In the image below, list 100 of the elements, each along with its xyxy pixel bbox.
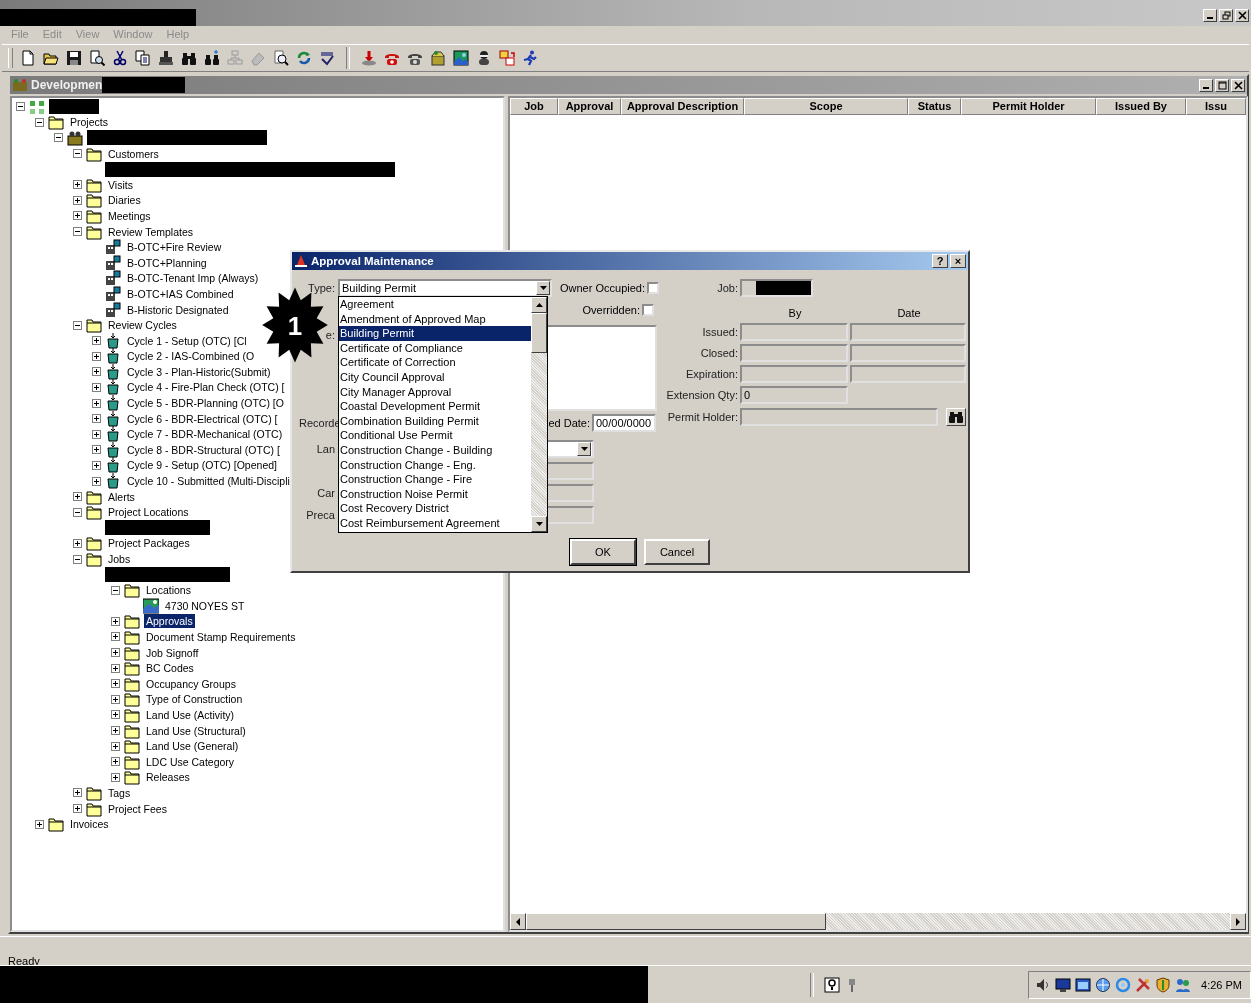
runner-icon[interactable] — [522, 50, 538, 66]
expand-toggle[interactable] — [92, 351, 101, 361]
print-preview-icon[interactable] — [89, 50, 105, 66]
dropdown-option[interactable]: Construction Change - Fire — [339, 472, 531, 487]
scroll-down-button[interactable] — [531, 516, 547, 532]
binoculars-icon[interactable] — [181, 50, 197, 66]
tree-item[interactable]: Review Templates — [106, 224, 195, 239]
collapse-toggle[interactable] — [73, 554, 82, 564]
input-field[interactable]: 0 — [740, 386, 848, 404]
minimize-button[interactable] — [1203, 9, 1217, 22]
binoculars-sparkle-icon[interactable] — [204, 50, 220, 66]
input-field[interactable] — [850, 344, 966, 362]
tree-item[interactable]: Jobs — [106, 552, 133, 566]
dropdown-option[interactable]: Certificate of Compliance — [339, 340, 531, 356]
dropdown-list[interactable] — [338, 296, 548, 533]
column-header[interactable]: Issu — [1186, 98, 1246, 115]
box-icon[interactable] — [430, 50, 446, 66]
tree-item[interactable]: Land Use (General) — [144, 739, 241, 754]
horizontal-scrollbar[interactable] — [510, 913, 1246, 930]
expand-toggle[interactable] — [92, 336, 101, 346]
expand-toggle[interactable] — [73, 195, 82, 205]
tree-item[interactable]: 4730 NOYES ST — [163, 598, 247, 613]
checkbox[interactable] — [642, 304, 654, 316]
tools-icon[interactable] — [1135, 977, 1152, 993]
input-field[interactable] — [740, 365, 848, 383]
scissors-icon[interactable] — [112, 50, 128, 66]
dropdown-option[interactable]: Cost Recovery District — [339, 501, 531, 516]
tree-item[interactable]: B-OTC+IAS Combined — [125, 286, 236, 301]
tree-item[interactable]: Cycle 8 - BDR-Structural (OTC) [ — [125, 442, 282, 457]
expand-toggle[interactable] — [73, 538, 82, 548]
dropdown-option[interactable]: Certificate of Correction — [339, 355, 531, 370]
expand-toggle[interactable] — [92, 398, 101, 408]
expand-toggle[interactable] — [73, 788, 82, 798]
refresh-icon[interactable] — [296, 50, 312, 66]
tree-item[interactable]: Tags — [106, 785, 133, 800]
column-header[interactable]: Approval — [558, 98, 621, 115]
tree-item[interactable]: Cycle 3 - Plan-Historic(Submit) — [125, 364, 273, 379]
dropdown-option[interactable]: City Council Approval — [339, 369, 531, 385]
tree-item[interactable]: Meetings — [106, 208, 153, 223]
vertical-scrollbar[interactable] — [531, 297, 547, 532]
open-folder-icon[interactable] — [43, 50, 59, 66]
tree-item[interactable]: B-OTC+Planning — [125, 255, 209, 270]
download-icon[interactable] — [361, 50, 377, 66]
tree-item[interactable]: Releases — [144, 770, 192, 785]
tree-item[interactable]: Project Locations — [106, 505, 191, 520]
tree-item[interactable]: Locations — [144, 583, 193, 598]
tree-item[interactable]: Job Signoff — [144, 645, 201, 660]
expand-toggle[interactable] — [111, 648, 120, 658]
tree-item[interactable]: B-OTC-Tenant Imp (Always) — [125, 271, 261, 286]
tree-item[interactable]: Document Stamp Requirements — [144, 630, 298, 644]
dropdown-option[interactable]: Agreement — [339, 297, 531, 312]
tree-item[interactable]: Invoices — [68, 817, 111, 832]
tree-item[interactable]: B-OTC+Fire Review — [125, 240, 224, 255]
ok-button[interactable]: OK — [570, 539, 636, 565]
tree-item[interactable]: Cycle 2 - IAS-Combined (O — [125, 349, 257, 364]
collapse-toggle[interactable] — [73, 507, 82, 517]
help-icon[interactable] — [824, 977, 840, 993]
input-field[interactable] — [850, 323, 966, 341]
type-dropdown[interactable]: Building Permit — [338, 279, 552, 297]
input-field[interactable] — [740, 323, 848, 341]
stamp-icon[interactable] — [158, 50, 174, 66]
plug-icon[interactable] — [848, 977, 856, 993]
collapse-toggle[interactable] — [54, 133, 63, 143]
expand-toggle[interactable] — [92, 460, 101, 470]
shield-icon[interactable] — [1155, 977, 1172, 993]
help-button[interactable]: ? — [932, 254, 948, 268]
dropdown-option[interactable]: Cost Reimbursement Agreement — [339, 515, 531, 531]
dropdown-option[interactable]: Building Permit — [339, 326, 531, 341]
expand-toggle[interactable] — [111, 616, 120, 626]
tree-item[interactable]: B-Historic Designated — [125, 302, 231, 317]
expand-toggle[interactable] — [73, 211, 82, 221]
scroll-up-button[interactable] — [531, 297, 547, 313]
expand-toggle[interactable] — [73, 180, 82, 190]
collapse-toggle[interactable] — [73, 227, 82, 237]
scrollbar-thumb[interactable] — [526, 913, 826, 930]
scroll-left-button[interactable] — [510, 913, 526, 930]
tree-item[interactable]: Cycle 4 - Fire-Plan Check (OTC) [ — [125, 380, 287, 395]
tree-item[interactable]: Land Use (Structural) — [144, 723, 248, 738]
tree-item[interactable]: Alerts — [106, 489, 137, 504]
dropdown-option[interactable]: Combination Building Permit — [339, 413, 531, 429]
expand-toggle[interactable] — [92, 445, 101, 455]
input-field[interactable] — [850, 365, 966, 383]
column-header[interactable]: Permit Holder — [961, 98, 1096, 115]
person-icon[interactable] — [476, 50, 492, 66]
close-button[interactable] — [1235, 9, 1249, 22]
monitor-icon[interactable] — [1055, 977, 1072, 993]
close-button[interactable] — [1231, 78, 1245, 92]
dropdown-option[interactable]: Conditional Use Permit — [339, 428, 531, 443]
scrollbar-thumb[interactable] — [531, 313, 547, 353]
collapse-toggle[interactable] — [73, 149, 82, 159]
expand-toggle[interactable] — [73, 492, 82, 502]
globe-icon[interactable] — [1095, 977, 1112, 993]
dropdown-option[interactable]: City Manager Approval — [339, 384, 531, 400]
minimize-button[interactable] — [1199, 78, 1213, 92]
tree-item[interactable]: BC Codes — [144, 661, 196, 676]
expand-toggle[interactable] — [111, 710, 120, 720]
expand-toggle[interactable] — [111, 772, 120, 782]
tree-item[interactable]: Occupancy Groups — [144, 676, 238, 691]
tree-item[interactable]: Visits — [106, 177, 135, 192]
expand-toggle[interactable] — [111, 679, 120, 689]
